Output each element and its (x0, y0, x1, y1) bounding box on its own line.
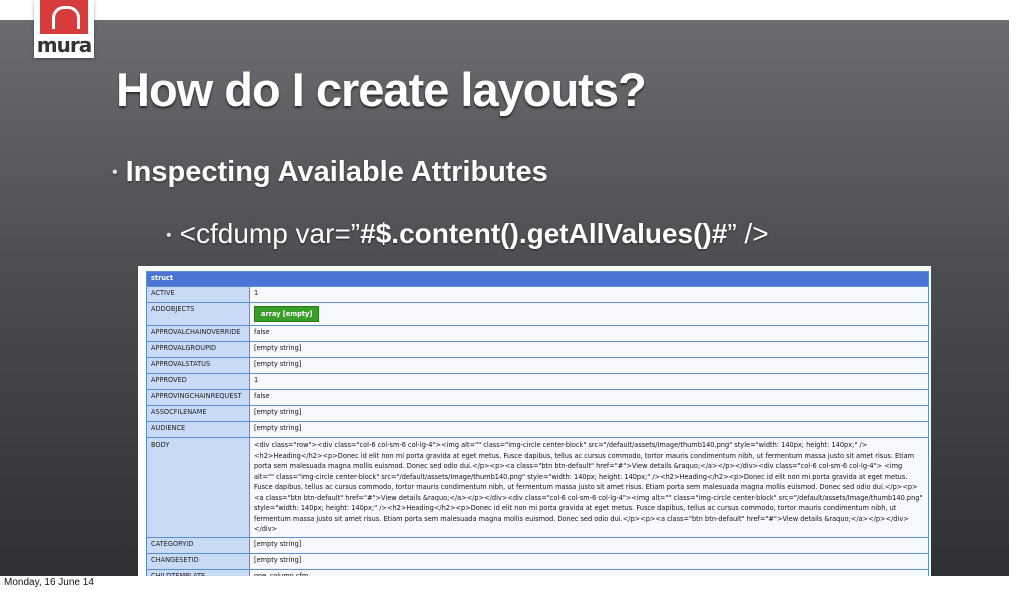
dump-value: 1 (249, 373, 929, 390)
bullet-level1-text: Inspecting Available Attributes (125, 156, 548, 188)
dump-key[interactable]: APPROVALGROUPID (146, 341, 250, 358)
dump-value: 1 (249, 286, 929, 303)
table-row: CHANGESETID [empty string] (146, 552, 929, 570)
bullet-level2: • <cfdump var=”#$.content().getAllValues(… (166, 218, 769, 250)
dump-value: false (249, 325, 929, 342)
table-row: ACTIVE 1 (146, 286, 929, 303)
dump-key[interactable]: APPROVED (146, 373, 250, 390)
dump-key[interactable]: ADDOBJECTS (146, 302, 250, 326)
table-row: CHILDTEMPLATE one_column.cfm (146, 568, 929, 576)
bullet-dot-icon: • (166, 226, 172, 244)
cfdump-screenshot: struct ACTIVE 1 ADDOBJECTS array [empty] APP… (138, 266, 931, 576)
dump-value: false (249, 389, 929, 406)
bullet-level2-prefix: <cfdump var=” (179, 218, 361, 249)
dump-key[interactable]: AUDIENCE (146, 421, 250, 438)
bullet-level2-suffix: ” /> (727, 218, 769, 249)
table-row: APPROVALCHAINOVERRIDE false (146, 325, 929, 342)
table-row: AUDIENCE [empty string] (146, 421, 929, 438)
table-row: BODY <div class="row"><div class="col-6 c… (146, 437, 929, 538)
footer-date: Monday, 16 June 14 (4, 577, 94, 588)
dump-key[interactable]: CHILDTEMPLATE (146, 568, 250, 576)
table-row: CATEGORYID [empty string] (146, 536, 929, 554)
bullet-level2-code: #$.content().getAllValues()# (360, 218, 728, 249)
cfdump-table: struct ACTIVE 1 ADDOBJECTS array [empty] APP… (146, 271, 929, 576)
bullet-level1: • Inspecting Available Attributes (112, 156, 548, 189)
table-row: APPROVALGROUPID [empty string] (146, 341, 929, 358)
array-empty-badge[interactable]: array [empty] (254, 306, 320, 322)
dump-value: [empty string] (249, 536, 929, 554)
table-row: APPROVINGCHAINREQUEST false (146, 389, 929, 406)
table-row: ASSOCFILENAME [empty string] (146, 405, 929, 422)
cfdump-header[interactable]: struct (146, 271, 929, 287)
dump-value: array [empty] (249, 302, 929, 326)
bullet-dot-icon: • (112, 164, 118, 182)
table-row: APPROVED 1 (146, 373, 929, 390)
dump-key[interactable]: ACTIVE (146, 286, 250, 303)
dump-value: one_column.cfm (249, 568, 929, 576)
dump-key[interactable]: CATEGORYID (146, 536, 250, 554)
dump-value: <div class="row"><div class="col-6 col-s… (249, 437, 929, 538)
dump-key[interactable]: CHANGESETID (146, 552, 250, 570)
dump-value: [empty string] (249, 405, 929, 422)
mura-logo: mura (34, 0, 94, 58)
dump-value: [empty string] (249, 357, 929, 374)
dump-key[interactable]: APPROVALSTATUS (146, 357, 250, 374)
cfdump-header-row: struct (146, 271, 929, 287)
logo-mark-icon (40, 0, 88, 34)
dump-value: [empty string] (249, 421, 929, 438)
logo-text: mura (36, 33, 92, 57)
table-row: ADDOBJECTS array [empty] (146, 302, 929, 326)
dump-key[interactable]: ASSOCFILENAME (146, 405, 250, 422)
dump-key[interactable]: APPROVINGCHAINREQUEST (146, 389, 250, 406)
table-row: APPROVALSTATUS [empty string] (146, 357, 929, 374)
slide-title: How do I create layouts? (116, 63, 647, 116)
dump-value: [empty string] (249, 341, 929, 358)
dump-key[interactable]: BODY (146, 437, 250, 538)
dump-value: [empty string] (249, 552, 929, 570)
dump-key[interactable]: APPROVALCHAINOVERRIDE (146, 325, 250, 342)
